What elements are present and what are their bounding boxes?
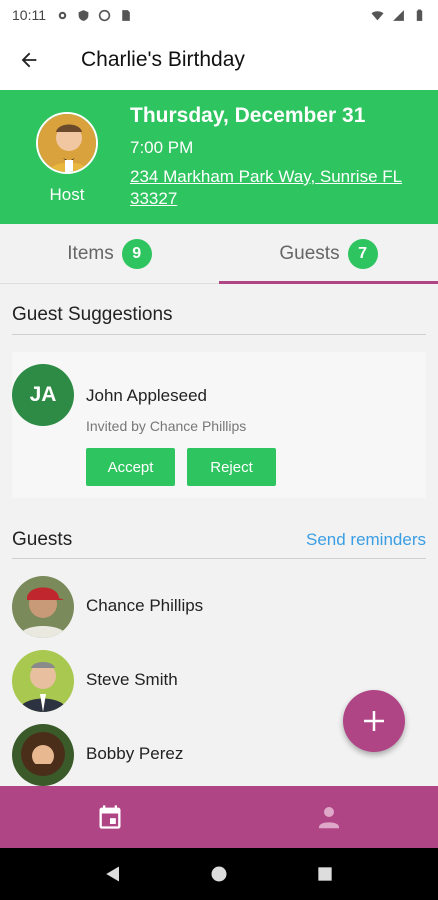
suggestion-name: John Appleseed [86,386,207,405]
add-guest-button[interactable] [343,690,405,752]
guest-name: Bobby Perez [86,744,184,763]
plus-icon [364,711,384,731]
tab-guests-count-badge: 7 [347,238,378,269]
battery-icon [416,9,423,21]
tab-guests-label: Guests [279,242,340,264]
divider [12,334,426,335]
nav-profile[interactable] [219,786,438,848]
arrow-left-icon [21,52,37,68]
send-reminders-link[interactable]: Send reminders [306,530,426,550]
avatar: JA [12,364,74,426]
event-address-link[interactable]: 234 Markham Park Way, Sunrise FL 33327 [130,166,420,210]
avatar [12,576,74,638]
guest-suggestion-card: JA John Appleseed Invited by Chance Phil… [12,352,426,498]
calendar-icon [99,805,120,829]
reject-button[interactable]: Reject [187,448,276,486]
event-header: Host Thursday, December 31 7:00 PM 234 M… [0,90,438,224]
circle-home-icon [211,866,227,882]
event-time: 7:00 PM [130,138,194,157]
guest-suggestions-heading: Guest Suggestions [12,304,173,325]
bottom-navigation [0,786,438,848]
system-navigation-bar [0,848,438,900]
sd-card-icon [122,9,130,21]
host-label: Host [49,185,85,204]
settings-icon [58,11,67,19]
page-title: Charlie's Birthday [81,48,245,71]
suggestion-invited-by: Invited by Chance Phillips [86,418,247,434]
avatar [12,724,74,786]
sync-icon [98,9,111,21]
system-home-button[interactable] [199,854,239,894]
avatar [12,650,74,712]
guest-name: Chance Phillips [86,596,204,615]
tab-bar: Items 9 Guests 7 [0,224,438,284]
tab-items-label: Items [67,242,114,264]
signal-icon [393,9,404,21]
event-date: Thursday, December 31 [130,104,366,127]
tab-guests[interactable]: Guests 7 [219,224,438,284]
square-recents-icon [318,867,332,881]
tab-items-count-badge: 9 [121,238,152,269]
system-back-button[interactable] [93,854,133,894]
tab-items[interactable]: Items 9 [0,224,219,283]
status-time: 10:11 [12,7,46,23]
app-bar: Charlie's Birthday [0,30,438,90]
nav-events[interactable] [0,786,219,848]
list-item[interactable]: Chance Phillips [0,572,438,644]
system-recents-button[interactable] [305,854,345,894]
guest-name: Steve Smith [86,670,178,689]
triangle-back-icon [106,866,119,882]
divider [12,558,426,559]
shield-icon [78,9,89,21]
host-avatar[interactable] [36,112,98,174]
guests-heading: Guests [12,529,73,550]
accept-button[interactable]: Accept [86,448,175,486]
status-bar: 10:11 [0,0,438,30]
person-icon [318,807,339,829]
wifi-icon [371,10,384,20]
back-button[interactable] [0,30,58,90]
